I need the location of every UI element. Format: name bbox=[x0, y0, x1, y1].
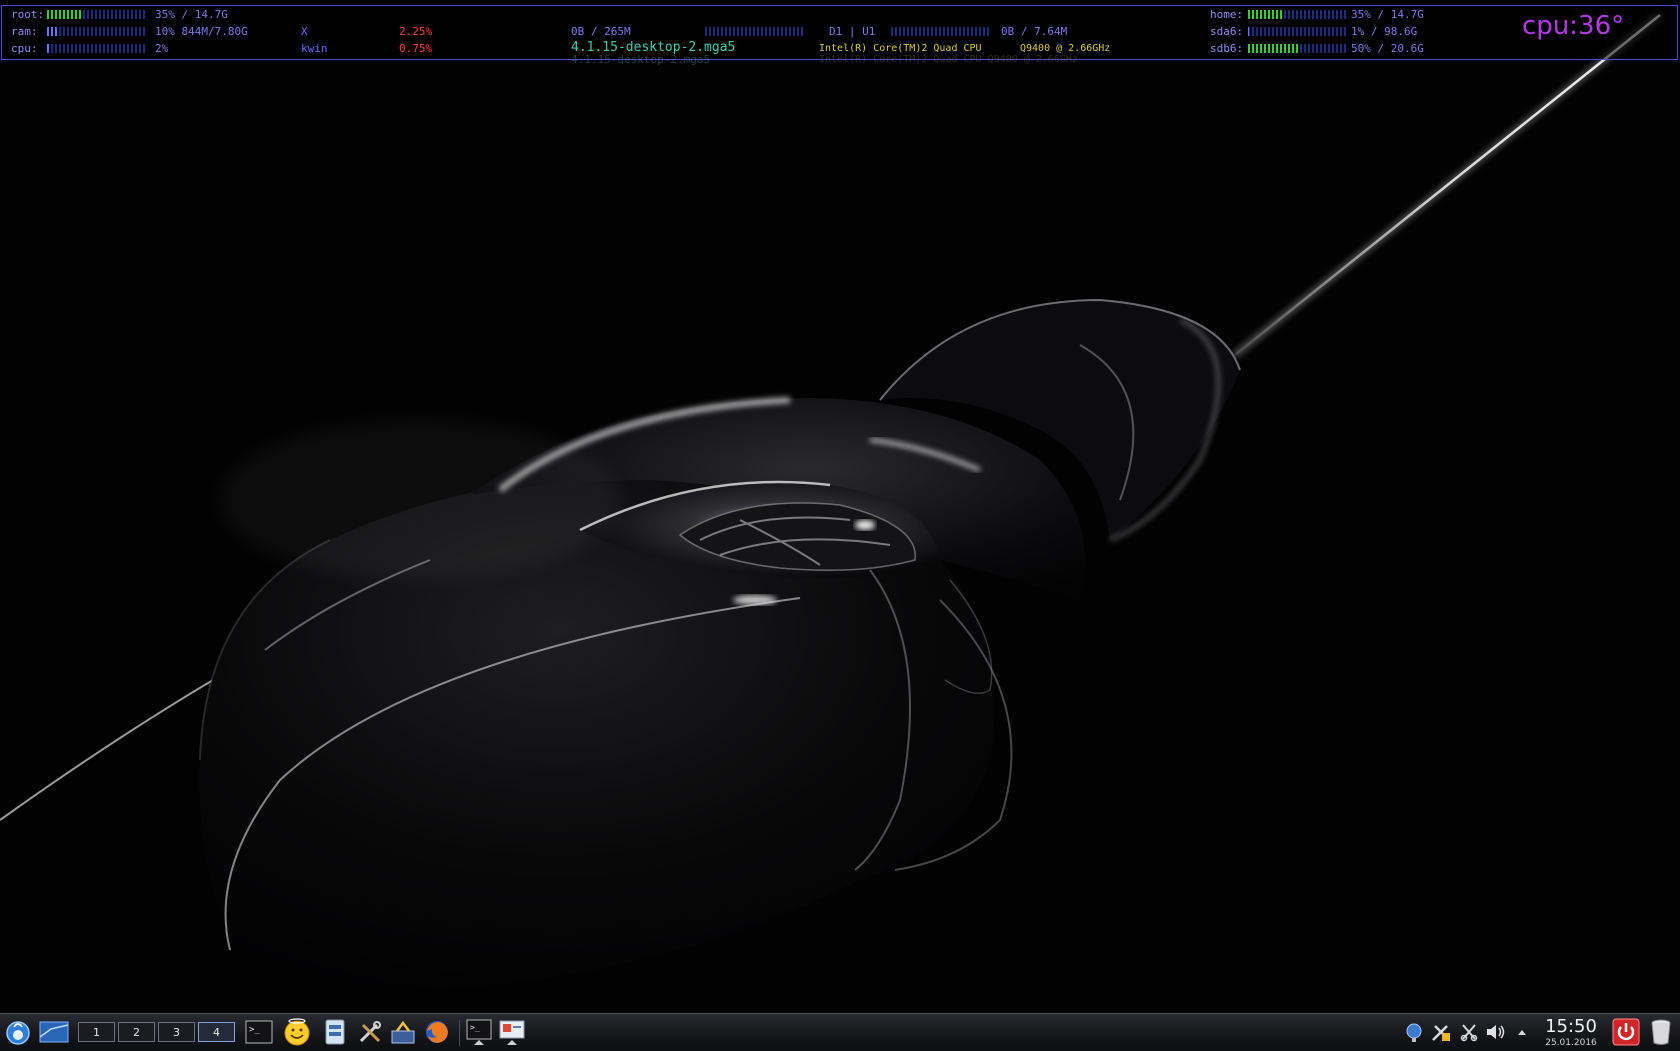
volume-tray-button[interactable] bbox=[1484, 1018, 1508, 1046]
application-launcher-button[interactable] bbox=[3, 1018, 33, 1046]
panel-separator bbox=[459, 1020, 460, 1046]
volume-icon bbox=[1487, 1025, 1505, 1039]
cpu-label: cpu: bbox=[11, 42, 38, 55]
terminal-task-button[interactable]: >_ bbox=[463, 1018, 495, 1046]
sda6-usage-bar bbox=[1248, 27, 1348, 36]
cpu-temperature: cpu:36° bbox=[1522, 11, 1625, 41]
process-2-name: kwin bbox=[301, 42, 328, 55]
tools-launcher[interactable] bbox=[355, 1018, 385, 1046]
network-label: D1 | U1 bbox=[829, 25, 876, 38]
clock-time[interactable]: 15:50 bbox=[1541, 1016, 1601, 1037]
network-value: 0B / 7.64M bbox=[1001, 25, 1068, 38]
show-desktop-button[interactable] bbox=[38, 1018, 70, 1046]
cpu-usage-bar bbox=[47, 44, 147, 53]
desktop-3-button[interactable]: 3 bbox=[158, 1022, 195, 1042]
kernel-version-ghost: 4.1.15-desktop-2.mga5 bbox=[571, 53, 711, 66]
sda6-label: sda6: bbox=[1210, 25, 1244, 38]
clipboard-tray-button[interactable] bbox=[1457, 1018, 1481, 1046]
desktop-icon bbox=[39, 1021, 69, 1043]
smiley-icon bbox=[284, 1018, 310, 1046]
sdb6-usage-bar bbox=[1248, 44, 1348, 53]
presentation-task-icon bbox=[499, 1020, 525, 1045]
network-icon bbox=[1406, 1023, 1422, 1042]
terminal-launcher[interactable]: >_ bbox=[244, 1018, 274, 1046]
swap-value: 0B / 265M bbox=[571, 25, 631, 38]
taskbar-panel: 1 2 3 4 >_ >_ 15:50 25.01.2016 bbox=[0, 1013, 1680, 1051]
process-1-name: X bbox=[301, 25, 308, 38]
firefox-icon bbox=[426, 1021, 448, 1043]
sda6-usage-value: 1% / 98.6G bbox=[1351, 25, 1418, 38]
tools-icon bbox=[359, 1021, 381, 1043]
desktop-1-label: 1 bbox=[93, 1025, 100, 1039]
ram-label: ram: bbox=[11, 25, 38, 38]
terminal-icon: >_ bbox=[245, 1020, 273, 1044]
network-tray-button[interactable] bbox=[1402, 1018, 1426, 1046]
desktop-4-label: 4 bbox=[213, 1025, 220, 1039]
desktop-wallpaper bbox=[0, 0, 1680, 1050]
smiley-launcher[interactable] bbox=[282, 1018, 312, 1046]
root-usage-bar bbox=[47, 10, 147, 19]
file-manager-launcher[interactable] bbox=[320, 1018, 350, 1046]
ram-usage-value: 10% 844M/7.80G bbox=[155, 25, 248, 38]
trash-button[interactable] bbox=[1646, 1018, 1676, 1046]
process-1-cpu: 2.25% bbox=[399, 25, 433, 38]
trash-icon bbox=[1651, 1019, 1671, 1045]
conky-system-monitor: root: 35% / 14.7G ram: 10% 844M/7.80G cp… bbox=[1, 5, 1678, 66]
desktop-2-button[interactable]: 2 bbox=[118, 1022, 155, 1042]
home-usage-bar bbox=[1248, 10, 1348, 19]
desktop-3-label: 3 bbox=[173, 1025, 180, 1039]
network-bar bbox=[891, 27, 991, 36]
kickoff-menu-icon bbox=[6, 1021, 30, 1045]
presentation-task-button[interactable] bbox=[496, 1018, 528, 1046]
firefox-launcher[interactable] bbox=[422, 1018, 452, 1046]
home-label: home: bbox=[1210, 8, 1244, 21]
tray-expand-icon bbox=[1518, 1030, 1526, 1035]
root-label: root: bbox=[11, 8, 45, 21]
software-install-icon bbox=[391, 1020, 415, 1044]
tray-expand-button[interactable] bbox=[1512, 1018, 1532, 1046]
desktop-2-label: 2 bbox=[133, 1025, 140, 1039]
clock-date[interactable]: 25.01.2016 bbox=[1541, 1038, 1601, 1048]
kde-connect-tray-button[interactable] bbox=[1428, 1018, 1454, 1046]
power-icon bbox=[1612, 1018, 1640, 1046]
cpu-usage-value: 2% bbox=[155, 42, 169, 55]
file-manager-icon bbox=[325, 1019, 345, 1045]
sdb6-usage-value: 50% / 20.6G bbox=[1351, 42, 1424, 55]
process-2-cpu: 0.75% bbox=[399, 42, 433, 55]
svg-text:>_: >_ bbox=[470, 1023, 480, 1032]
software-install-launcher[interactable] bbox=[388, 1018, 418, 1046]
ram-usage-bar bbox=[47, 27, 147, 36]
logout-button[interactable] bbox=[1610, 1018, 1642, 1046]
cpu-info-ghost: Intel(R) Core(TM)2 Quad CPU Q9400 @ 2.66… bbox=[819, 54, 1078, 65]
kde-connect-icon bbox=[1432, 1025, 1450, 1041]
clipboard-icon bbox=[1460, 1024, 1478, 1042]
terminal-task-icon: >_ bbox=[466, 1019, 492, 1045]
sdb6-label: sdb6: bbox=[1210, 42, 1244, 55]
root-usage-value: 35% / 14.7G bbox=[155, 8, 228, 21]
desktop-4-button[interactable]: 4 bbox=[198, 1022, 235, 1042]
desktop-1-button[interactable]: 1 bbox=[78, 1022, 115, 1042]
swap-usage-bar bbox=[705, 27, 805, 36]
svg-text:>_: >_ bbox=[249, 1025, 260, 1035]
home-usage-value: 35% / 14.7G bbox=[1351, 8, 1424, 21]
